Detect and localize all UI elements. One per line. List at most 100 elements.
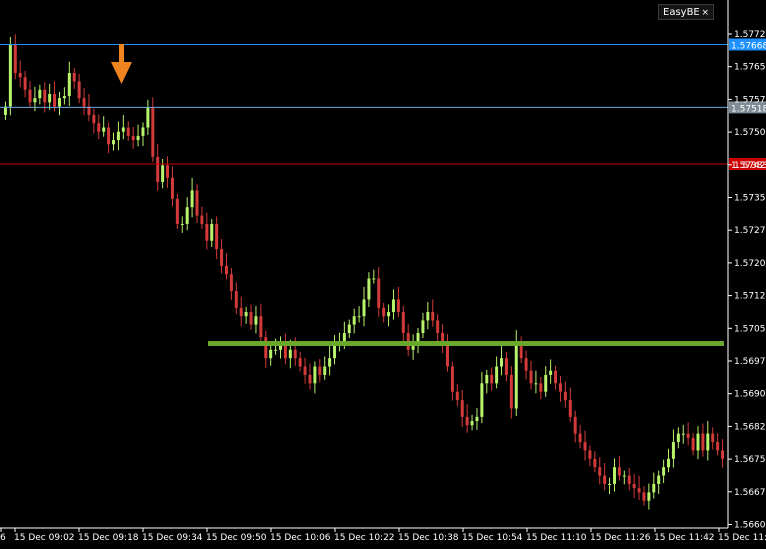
candle-body	[657, 475, 661, 484]
price-tick-label: 1.56750	[734, 455, 766, 465]
candle-body	[274, 349, 278, 351]
price-tick-label: 1.56825	[734, 422, 766, 432]
candle-body	[224, 265, 228, 275]
candle-body	[146, 107, 150, 128]
candle-body	[229, 274, 233, 292]
candle-body	[667, 458, 671, 468]
candle-body	[43, 89, 47, 103]
candle-body	[627, 475, 631, 484]
candle-body	[215, 223, 219, 250]
candle-body	[161, 165, 165, 183]
time-tick-label: 15 Dec 11:26	[590, 533, 651, 543]
candle-body	[382, 307, 386, 317]
candle-body	[632, 483, 636, 489]
candle-body	[239, 307, 243, 317]
candle-body	[642, 492, 646, 501]
price-tick-label: 1.57575	[734, 95, 766, 105]
candle-body	[681, 433, 685, 435]
candle-body	[82, 98, 86, 107]
candle-body	[391, 299, 395, 313]
close-icon[interactable]: ×	[701, 5, 709, 21]
candle-body	[637, 488, 641, 493]
candle-body	[647, 492, 651, 501]
candle-body	[608, 483, 612, 485]
candle-body	[465, 416, 469, 426]
candle-body	[288, 349, 292, 359]
candle-body	[431, 312, 435, 321]
price-tick-label: 1.56675	[734, 488, 766, 498]
candle-body	[23, 77, 27, 90]
time-tick-label: 15 Dec 09:34	[142, 533, 203, 543]
candle-body	[97, 123, 101, 132]
price-tick-label: 1.57125	[734, 292, 766, 302]
candle-body	[57, 98, 61, 107]
candle-body	[136, 135, 140, 141]
candle-body	[455, 391, 459, 401]
time-tick-label: 15 Dec 09:18	[78, 533, 139, 543]
candle-body	[701, 433, 705, 451]
candle-body	[490, 374, 494, 384]
candle-body	[328, 358, 332, 367]
candle-body	[573, 416, 577, 434]
candle-body	[175, 198, 179, 224]
candle-body	[612, 467, 616, 484]
candle-body	[112, 140, 116, 145]
candle-body	[583, 442, 587, 451]
candle-body	[578, 433, 582, 443]
candle-body	[401, 312, 405, 333]
price-tick-label: 1.57725	[734, 30, 766, 40]
candle-body	[342, 333, 346, 342]
price-tick-label: 1.57350	[734, 194, 766, 204]
price-tick-label: 1.56975	[734, 357, 766, 367]
chart-window[interactable]: 1.576681.575181.57383 1.577251.576501.57…	[0, 0, 766, 545]
price-tick-label: 1.56600	[734, 521, 766, 531]
time-tick-label: 15 Dec 10:54	[462, 533, 523, 543]
time-tick-label: 15 Dec 11:42	[654, 533, 715, 543]
candle-body	[509, 374, 513, 409]
ea-name: EasyBE	[663, 7, 700, 18]
candle-body	[259, 316, 263, 338]
candle-body	[514, 341, 518, 409]
candle-body	[38, 89, 42, 99]
candle-body	[671, 442, 675, 459]
candle-body	[524, 358, 528, 371]
candle-body	[298, 358, 302, 367]
price-tick-label: 1.56900	[734, 390, 766, 400]
candle-body	[254, 316, 258, 325]
ea-badge: EasyBE ×	[658, 4, 714, 20]
candle-body	[588, 450, 592, 459]
candle-body	[500, 358, 504, 367]
candle-body	[131, 135, 135, 141]
candle-body	[166, 165, 170, 178]
candle-body	[721, 450, 725, 459]
candle-body	[67, 73, 71, 97]
candle-body	[357, 316, 361, 318]
candle-body	[53, 93, 57, 107]
candle-body	[367, 278, 371, 300]
candle-body	[421, 320, 425, 333]
candle-body	[28, 89, 32, 103]
candle-body	[396, 299, 400, 313]
candle-body	[549, 370, 553, 375]
candle-body	[662, 467, 666, 476]
price-chart[interactable]: 1.576681.575181.57383 1.577251.576501.57…	[0, 0, 766, 545]
price-tick-label: 1.57050	[734, 324, 766, 334]
candle-body	[475, 416, 479, 422]
candle-body	[445, 345, 449, 367]
candle-body	[504, 358, 508, 375]
price-tick-label: 1.57200	[734, 259, 766, 269]
candle-body	[308, 374, 312, 384]
candle-body	[495, 366, 499, 384]
price-tick-label: 1.57275	[734, 226, 766, 236]
time-tick-label: 15 Dec 10:22	[334, 533, 395, 543]
candle-body	[116, 131, 120, 141]
candle-body	[529, 370, 533, 384]
candle-body	[716, 442, 720, 451]
candle-body	[249, 312, 253, 325]
candle-body	[652, 483, 656, 493]
candle-body	[126, 127, 130, 136]
time-tick-label: 15 Dec 11:10	[526, 533, 587, 543]
candle-body	[107, 127, 111, 145]
candle-body	[195, 190, 199, 216]
candle-body	[323, 366, 327, 375]
